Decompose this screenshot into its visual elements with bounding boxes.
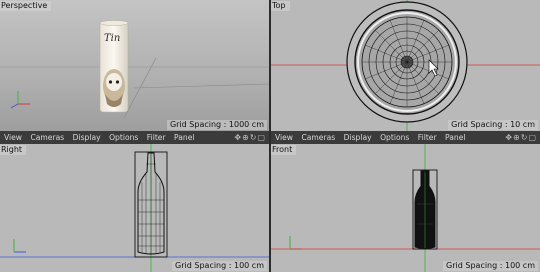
zoom-icon[interactable]: ⊕ bbox=[513, 133, 521, 142]
viewport-menubar-right: View Cameras Display Options Filter Pane… bbox=[0, 131, 269, 144]
bottle-model[interactable]: Tin bbox=[99, 20, 129, 113]
bottle-top-wireframe[interactable] bbox=[346, 1, 468, 123]
menu-options[interactable]: Options bbox=[380, 131, 409, 144]
menu-cameras[interactable]: Cameras bbox=[30, 131, 64, 144]
grid-spacing-label: Grid Spacing : 10 cm bbox=[448, 120, 538, 130]
zoom-icon[interactable]: ⊕ bbox=[242, 133, 250, 142]
menu-options[interactable]: Options bbox=[109, 131, 138, 144]
front-viewport[interactable]: Front Grid Spacing : 100 cm bbox=[271, 144, 540, 272]
grid-spacing-label: Grid Spacing : 1000 cm bbox=[166, 120, 267, 130]
menu-filter[interactable]: Filter bbox=[147, 131, 166, 144]
menu-display[interactable]: Display bbox=[73, 131, 101, 144]
viewport-grid: Tin Perspective Grid Spacing : 1000 cm T… bbox=[0, 0, 540, 272]
viewport-title-front[interactable]: Front bbox=[271, 145, 297, 155]
viewport-nav-icons: ✥⊕↻▢ bbox=[234, 131, 266, 144]
menu-view[interactable]: View bbox=[4, 131, 22, 144]
perspective-scene: Tin bbox=[0, 0, 269, 131]
menu-filter[interactable]: Filter bbox=[418, 131, 437, 144]
maximize-icon[interactable]: ▢ bbox=[528, 133, 537, 142]
top-scene bbox=[271, 0, 540, 131]
viewport-nav-icons: ✥⊕↻▢ bbox=[505, 131, 537, 144]
perspective-viewport[interactable]: Tin Perspective Grid Spacing : 1000 cm bbox=[0, 0, 269, 131]
menu-view[interactable]: View bbox=[275, 131, 293, 144]
bottle-label-text: Tin bbox=[104, 33, 120, 44]
menu-cameras[interactable]: Cameras bbox=[301, 131, 335, 144]
maximize-icon[interactable]: ▢ bbox=[257, 133, 266, 142]
viewport-divider-vertical[interactable] bbox=[269, 0, 271, 272]
viewport-menubar-front: View Cameras Display Options Filter Pane… bbox=[271, 131, 540, 144]
grid-spacing-label: Grid Spacing : 100 cm bbox=[443, 261, 538, 271]
top-viewport[interactable]: Top Grid Spacing : 10 cm bbox=[271, 0, 540, 131]
right-viewport[interactable]: Right Grid Spacing : 100 cm bbox=[0, 144, 269, 272]
viewport-title-top[interactable]: Top bbox=[271, 1, 290, 11]
front-scene bbox=[271, 144, 540, 272]
menu-panel[interactable]: Panel bbox=[445, 131, 466, 144]
right-scene bbox=[0, 144, 269, 272]
move-icon[interactable]: ✥ bbox=[505, 133, 513, 142]
grid-spacing-label: Grid Spacing : 100 cm bbox=[172, 261, 267, 271]
viewport-title-right[interactable]: Right bbox=[0, 145, 27, 155]
menu-display[interactable]: Display bbox=[344, 131, 372, 144]
menu-panel[interactable]: Panel bbox=[174, 131, 195, 144]
viewport-title-perspective[interactable]: Perspective bbox=[0, 1, 52, 11]
move-icon[interactable]: ✥ bbox=[234, 133, 242, 142]
